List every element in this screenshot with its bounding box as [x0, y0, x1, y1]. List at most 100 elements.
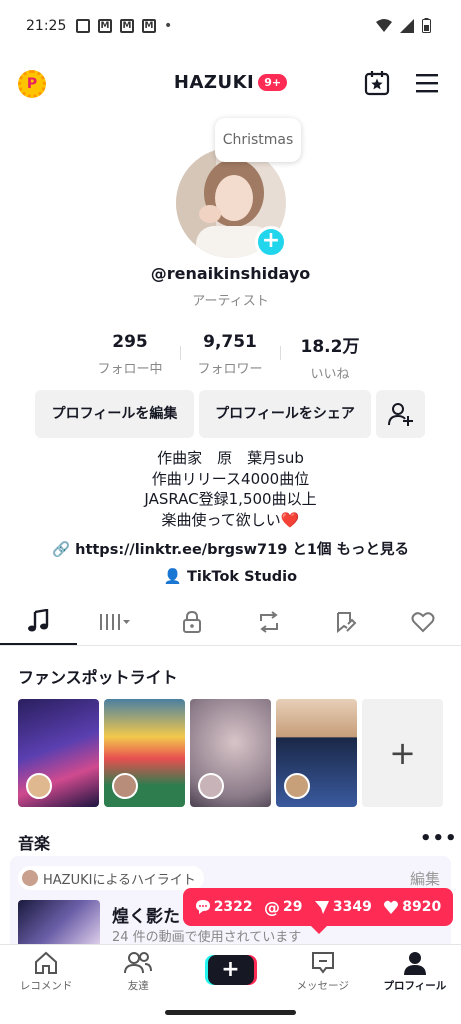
comment-icon: [195, 900, 210, 914]
popup-comments: 2322: [195, 899, 253, 915]
bio-line: 楽曲使って欲しい❤️: [161, 510, 300, 529]
battery-icon: [422, 18, 431, 33]
stat-label: いいね: [310, 367, 350, 382]
gmail-icon: M: [120, 19, 134, 33]
nav-profile[interactable]: プロフィール: [369, 945, 461, 1002]
popup-shares: 3349: [314, 899, 372, 915]
inbox-icon: [311, 952, 334, 974]
stat-number: 9,751: [203, 332, 257, 352]
spotlight-item[interactable]: [18, 699, 99, 807]
status-bar: 21:25 M M M •: [0, 0, 461, 52]
activity-popup[interactable]: 2322 @ 29 3349 8920: [183, 888, 453, 934]
popup-likes-count: 8920: [402, 899, 442, 915]
avatar: [22, 870, 38, 886]
status-time: 21:25: [26, 18, 67, 34]
bio-link[interactable]: 🔗 https://linktr.ee/brgsw719 と1個 もっと見る: [0, 538, 461, 559]
nav-friends[interactable]: 友達: [92, 945, 184, 1002]
stat-number: 18.2万: [300, 337, 360, 357]
spotlight-item[interactable]: [190, 699, 271, 807]
nav-create[interactable]: +: [184, 945, 276, 1002]
stat-likes[interactable]: 18.2万 いいね: [280, 332, 380, 382]
stat-following[interactable]: 295 フォロー中: [80, 332, 180, 382]
tiktok-studio-link[interactable]: 👤 TikTok Studio: [0, 568, 461, 585]
share-icon: [314, 901, 329, 914]
highlight-tag: HAZUKIによるハイライト: [18, 866, 204, 890]
heart-icon: [384, 900, 399, 914]
note-bubble[interactable]: Christmas: [215, 118, 301, 162]
song-cover: [18, 900, 100, 950]
friends-icon: [124, 952, 153, 974]
gmail-icon: M: [98, 19, 112, 33]
tab-favorites[interactable]: [307, 598, 384, 645]
add-user-icon: [387, 403, 413, 426]
studio-label: TikTok Studio: [186, 569, 298, 585]
profile-tabs: [0, 598, 461, 646]
popup-shares-count: 3349: [332, 899, 372, 915]
notification-icons: M M M •: [76, 18, 172, 34]
music-note-icon: [28, 608, 49, 631]
stat-label: フォロワー: [197, 362, 263, 377]
heart-icon: [411, 611, 435, 632]
bookmark-icon: [336, 611, 357, 633]
bio-line: 作曲家 原 葉月sub: [157, 449, 304, 467]
link-icon: 🔗: [52, 542, 71, 558]
spotlight-item[interactable]: [276, 699, 357, 807]
grid-filter-icon: [100, 613, 131, 630]
nav-home[interactable]: レコメンド: [0, 945, 92, 1002]
popup-mentions: @ 29: [264, 898, 302, 917]
stat-label: フォロー中: [97, 362, 163, 377]
gesture-bar[interactable]: [165, 1010, 296, 1015]
bottom-nav: レコメンド 友達 + メッセージ プロフィール: [0, 944, 461, 1002]
highlight-tag-label: HAZUKIによるハイライト: [43, 872, 196, 888]
tab-liked[interactable]: [384, 598, 461, 645]
bio: 作曲家 原 葉月sub 作曲リリース4000曲位 JASRAC登録1,500曲以…: [0, 448, 461, 530]
repost-icon: [259, 610, 278, 633]
lock-icon: [183, 610, 202, 633]
tab-private[interactable]: [154, 598, 231, 645]
avatar: [26, 773, 52, 799]
tab-music[interactable]: [0, 598, 77, 645]
photo-icon: [76, 19, 90, 33]
nav-inbox[interactable]: メッセージ: [277, 945, 369, 1002]
nav-profile-label: プロフィール: [383, 980, 447, 992]
song-usage: 24 件の動画で使用されています: [112, 930, 302, 945]
add-story-icon[interactable]: +: [255, 226, 287, 258]
bio-link-text: https://linktr.ee/brgsw719 と1個 もっと見る: [75, 542, 409, 558]
profile-stats: 295 フォロー中 9,751 フォロワー 18.2万 いいね: [80, 332, 380, 382]
profile-icon: [403, 952, 426, 975]
bio-line: 作曲リリース4000曲位: [151, 469, 310, 488]
account-category: アーティスト: [192, 294, 269, 309]
popup-likes: 8920: [383, 899, 441, 915]
add-spotlight-button[interactable]: +: [362, 699, 443, 807]
edit-highlight-button[interactable]: 編集: [410, 868, 440, 889]
create-button[interactable]: +: [207, 955, 254, 985]
spotlight-item[interactable]: [104, 699, 185, 807]
home-icon: [35, 951, 58, 974]
username: @renaikinshidayo: [150, 264, 311, 283]
more-options-icon[interactable]: •••: [420, 828, 458, 849]
nav-inbox-label: メッセージ: [296, 980, 349, 992]
add-friend-button[interactable]: [376, 390, 425, 438]
tab-videos[interactable]: [77, 598, 154, 645]
system-icons: [376, 18, 431, 33]
stat-followers[interactable]: 9,751 フォロワー: [180, 332, 280, 382]
menu-icon[interactable]: [414, 72, 440, 94]
studio-icon: 👤: [163, 569, 182, 585]
calendar-star-icon[interactable]: [364, 70, 390, 96]
edit-profile-button[interactable]: プロフィールを編集: [35, 390, 194, 438]
more-notifications-dot: •: [164, 18, 173, 34]
stat-number: 295: [112, 332, 148, 352]
popup-mentions-count: 29: [283, 899, 303, 915]
spotlight-list: +: [18, 699, 443, 807]
avatar: [284, 773, 310, 799]
avatar: [112, 773, 138, 799]
notification-badge: 9+: [258, 74, 288, 91]
tab-reposts[interactable]: [230, 598, 307, 645]
signal-icon: [400, 18, 414, 33]
spotlight-title: ファンスポットライト: [18, 668, 178, 687]
share-profile-button[interactable]: プロフィールをシェア: [199, 390, 371, 438]
nav-home-label: レコメンド: [19, 980, 73, 992]
music-section-title: 音楽: [18, 834, 51, 853]
account-switcher[interactable]: HAZUKI 9+: [0, 72, 461, 93]
avatar: [198, 773, 224, 799]
